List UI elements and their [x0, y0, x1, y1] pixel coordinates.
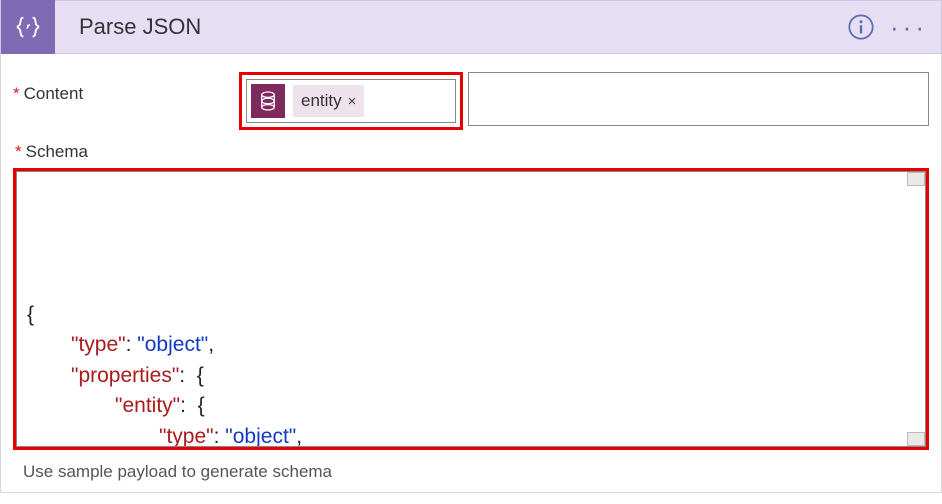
entity-token[interactable]: entity ×	[293, 85, 364, 117]
required-indicator: *	[15, 142, 22, 162]
info-icon[interactable]	[845, 11, 877, 43]
action-title: Parse JSON	[55, 14, 845, 40]
entity-token-icon	[251, 84, 285, 118]
action-header: Parse JSON ···	[0, 0, 942, 54]
schema-label: * Schema	[13, 142, 929, 162]
content-row: * Content entity ×	[13, 72, 929, 130]
remove-token-icon[interactable]: ×	[348, 93, 357, 110]
scroll-down-icon[interactable]	[907, 432, 925, 446]
schema-highlight: {"type": "object","properties": {"entity…	[13, 168, 929, 450]
action-body: * Content entity × * Schema	[0, 54, 942, 493]
parse-json-icon	[1, 0, 55, 54]
generate-schema-link[interactable]: Use sample payload to generate schema	[13, 462, 929, 482]
scroll-up-icon[interactable]	[907, 172, 925, 186]
content-highlight: entity ×	[239, 72, 463, 130]
content-input[interactable]: entity ×	[246, 79, 456, 123]
schema-editor[interactable]: {"type": "object","properties": {"entity…	[16, 171, 926, 447]
more-menu-icon[interactable]: ···	[889, 7, 929, 47]
required-indicator: *	[13, 84, 20, 104]
content-input-extra[interactable]	[468, 72, 929, 126]
content-label: * Content	[13, 72, 239, 104]
